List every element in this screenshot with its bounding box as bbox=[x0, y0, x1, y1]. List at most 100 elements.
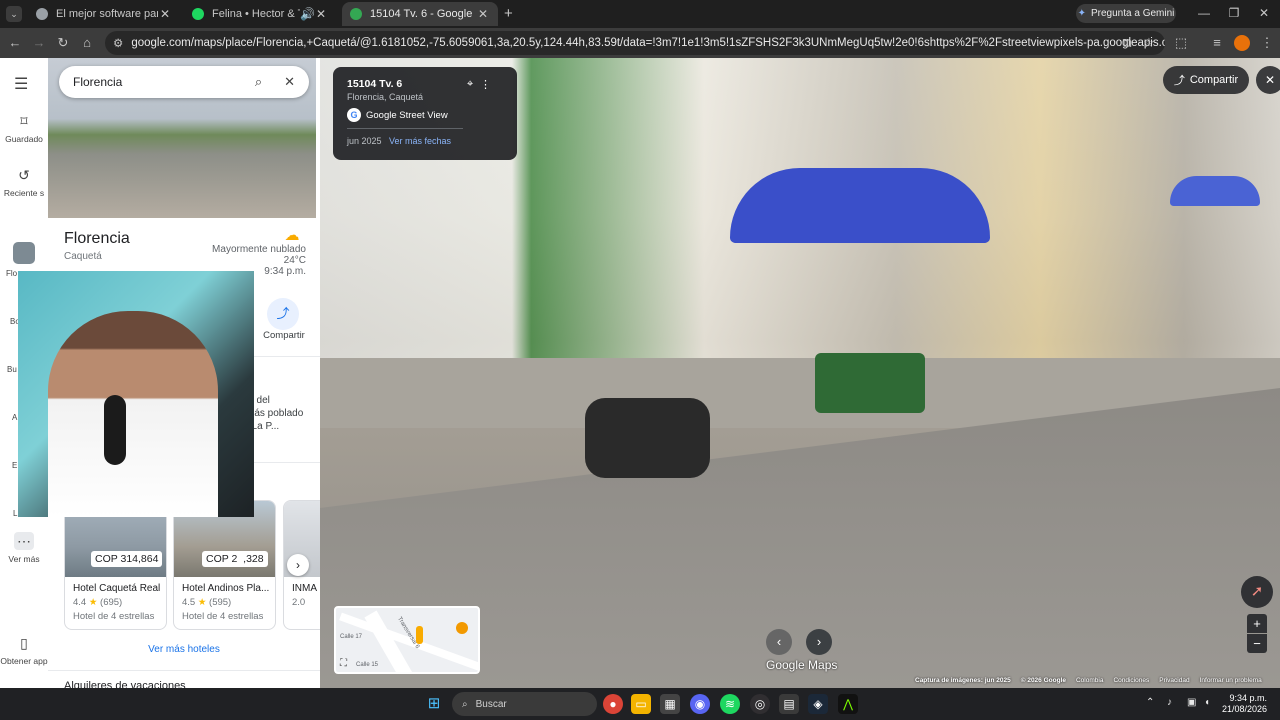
close-tab-icon[interactable]: ✕ bbox=[476, 7, 490, 21]
tab-0[interactable]: El mejor software para potencia ✕ bbox=[28, 2, 180, 26]
system-clock[interactable]: 9:34 p.m. 21/08/2026 bbox=[1222, 693, 1267, 715]
obs-icon[interactable]: ◎ bbox=[750, 694, 770, 714]
hotel-card[interactable]: COP 2 ,328 Hotel Andinos Pla... 4.5 ★ (5… bbox=[173, 500, 276, 630]
share-place-button[interactable]: ⤴ bbox=[267, 298, 299, 330]
clear-search-icon[interactable]: ✕ bbox=[284, 74, 295, 90]
description-line: al del bbox=[246, 395, 270, 406]
footer-terms[interactable]: Condiciones bbox=[1113, 677, 1149, 684]
hotel-rating: 2.0 bbox=[292, 597, 306, 608]
new-tab-button[interactable]: + bbox=[504, 5, 513, 22]
recent-place-thumb[interactable] bbox=[13, 242, 35, 264]
site-info-icon[interactable]: ⚙ bbox=[113, 36, 123, 50]
hotel-card[interactable]: COP 314,864 Hotel Caquetá Real 4.4 ★ (69… bbox=[64, 500, 167, 630]
location-pin-icon[interactable]: ⌖ bbox=[467, 78, 473, 91]
media-control-icon[interactable]: ≡ bbox=[1208, 34, 1226, 52]
store-icon[interactable]: ▦ bbox=[660, 694, 680, 714]
menu-icon[interactable]: ☰ bbox=[14, 74, 28, 94]
discord-icon[interactable]: ◉ bbox=[690, 694, 710, 714]
bookmark-star-icon[interactable]: ☆ bbox=[1140, 34, 1158, 52]
search-input[interactable] bbox=[73, 75, 255, 89]
steam-icon[interactable]: ◈ bbox=[808, 694, 828, 714]
tab-strip: ⌄ El mejor software para potencia ✕ Feli… bbox=[0, 0, 1280, 28]
tab-1[interactable]: Felina • Hector & Tito 🔊 ✕ bbox=[184, 2, 336, 26]
reload-icon[interactable]: ↻ bbox=[54, 34, 72, 52]
volume-icon[interactable]: ◖ bbox=[1204, 697, 1210, 708]
browser-menu-icon[interactable]: ⋮ bbox=[1258, 34, 1276, 52]
streetview-brand-label: Google Street View bbox=[366, 109, 448, 121]
clock-time: 9:34 p.m. bbox=[1229, 693, 1268, 703]
get-app-label: Obtener app bbox=[0, 656, 48, 666]
footer-privacy[interactable]: Privacidad bbox=[1159, 677, 1189, 684]
minimize-icon[interactable]: — bbox=[1194, 6, 1214, 20]
address-bar[interactable]: ⚙ google.com/maps/place/Florencia,+Caque… bbox=[105, 31, 1165, 55]
zoom-out-button[interactable]: − bbox=[1247, 634, 1267, 653]
recent-place-label: Bu bbox=[7, 365, 17, 374]
divider bbox=[48, 670, 320, 671]
place-title: Florencia bbox=[64, 230, 130, 247]
tab-title: El mejor software para potencia bbox=[56, 8, 158, 20]
more-options-icon[interactable]: ⋮ bbox=[480, 78, 491, 91]
restore-icon[interactable]: ❐ bbox=[1224, 6, 1244, 20]
hotel-price: COP 2 ,328 bbox=[202, 551, 268, 567]
hotel-name: Hotel Caquetá Real bbox=[73, 583, 161, 594]
minimap[interactable]: Calle 17 Calle 15 Transversal 6 ⛶ bbox=[334, 606, 480, 674]
calculator-icon[interactable]: ▤ bbox=[779, 694, 799, 714]
tab-title: Felina • Hector & Tito bbox=[212, 8, 300, 20]
saved-button[interactable]: ⌑ Guardado bbox=[0, 112, 48, 144]
hotel-price: COP 314,864 bbox=[91, 551, 163, 567]
home-icon[interactable]: ⌂ bbox=[78, 34, 96, 52]
footer-country[interactable]: Colombia bbox=[1076, 677, 1103, 684]
search-box: ⌕ ✕ bbox=[59, 66, 309, 98]
tab-search-button[interactable]: ⌄ bbox=[6, 6, 22, 22]
taskbar-search[interactable]: ⌕ Buscar bbox=[452, 692, 597, 716]
spotify-icon[interactable]: ≋ bbox=[720, 694, 740, 714]
mute-tab-icon[interactable]: 🔊 bbox=[300, 7, 315, 21]
blue-umbrella bbox=[730, 168, 990, 243]
streetview-share-button[interactable]: ⤴ Compartir bbox=[1163, 66, 1249, 94]
network-icon[interactable]: ▣ bbox=[1187, 697, 1196, 708]
expand-map-icon[interactable]: ⛶ bbox=[340, 658, 347, 669]
tray-overflow-icon[interactable]: ⌃ bbox=[1146, 697, 1154, 708]
next-hotels-arrow-icon[interactable]: › bbox=[287, 554, 309, 576]
recents-button[interactable]: ↺ Reciente s bbox=[0, 166, 48, 198]
back-icon[interactable]: ← bbox=[6, 34, 24, 52]
recent-place-label: E bbox=[12, 461, 18, 470]
more-button[interactable]: ⋯ Ver más bbox=[0, 532, 48, 564]
next-photo-icon[interactable]: › bbox=[806, 629, 832, 655]
profile-avatar[interactable] bbox=[1234, 35, 1250, 51]
footer-report[interactable]: Informar un problema bbox=[1200, 677, 1262, 684]
prev-photo-icon[interactable]: ‹ bbox=[766, 629, 792, 655]
minimap-label: Calle 17 bbox=[340, 634, 363, 640]
window-close-icon[interactable]: ✕ bbox=[1254, 6, 1274, 20]
more-label: Ver más bbox=[8, 554, 40, 564]
hotel-rating: 4.5 bbox=[182, 597, 196, 608]
close-tab-icon[interactable]: ✕ bbox=[158, 7, 172, 21]
street-view[interactable]: 15104 Tv. 6 Florencia, Caquetá ⌖ ⋮ G Goo… bbox=[320, 58, 1280, 688]
streetview-address: 15104 Tv. 6 bbox=[347, 78, 403, 90]
file-explorer-icon[interactable]: ▭ bbox=[631, 694, 651, 714]
extensions-icon[interactable]: ⬚ bbox=[1172, 34, 1190, 52]
more-dates-link[interactable]: Ver más fechas bbox=[389, 136, 451, 146]
search-icon[interactable]: ⌕ bbox=[255, 74, 262, 90]
weather-temp: 24°C bbox=[283, 255, 306, 266]
pegman-icon[interactable] bbox=[416, 626, 423, 644]
get-app-button[interactable]: ▯ Obtener app bbox=[0, 634, 48, 666]
more-hotels-link[interactable]: Ver más hoteles bbox=[48, 644, 320, 655]
microphone-icon[interactable]: ♪ bbox=[1167, 697, 1172, 708]
install-app-icon[interactable]: ⧉ bbox=[1118, 34, 1136, 52]
hotel-rating-row: 4.5 ★ (595) bbox=[174, 594, 275, 608]
windows-start-icon[interactable]: ⊞ bbox=[424, 694, 444, 714]
place-description: al del más poblado «La P... bbox=[246, 394, 303, 433]
tab-2-active[interactable]: 15104 Tv. 6 - Google Maps ✕ bbox=[342, 2, 498, 26]
compass-icon[interactable]: ➚ bbox=[1241, 576, 1273, 608]
gemini-button[interactable]: ✦ Pregunta a Gemini bbox=[1076, 4, 1176, 23]
zoom-in-button[interactable]: + bbox=[1247, 614, 1267, 633]
taskbar-search-label: Buscar bbox=[475, 698, 507, 710]
google-logo-icon: G bbox=[347, 108, 361, 122]
app-icon[interactable]: ⋀ bbox=[838, 694, 858, 714]
saved-label: Guardado bbox=[5, 134, 43, 144]
chrome-icon[interactable]: ● bbox=[603, 694, 623, 714]
close-tab-icon[interactable]: ✕ bbox=[314, 7, 328, 21]
close-streetview-icon[interactable]: ✕ bbox=[1256, 66, 1280, 94]
forward-icon[interactable]: → bbox=[30, 34, 48, 52]
